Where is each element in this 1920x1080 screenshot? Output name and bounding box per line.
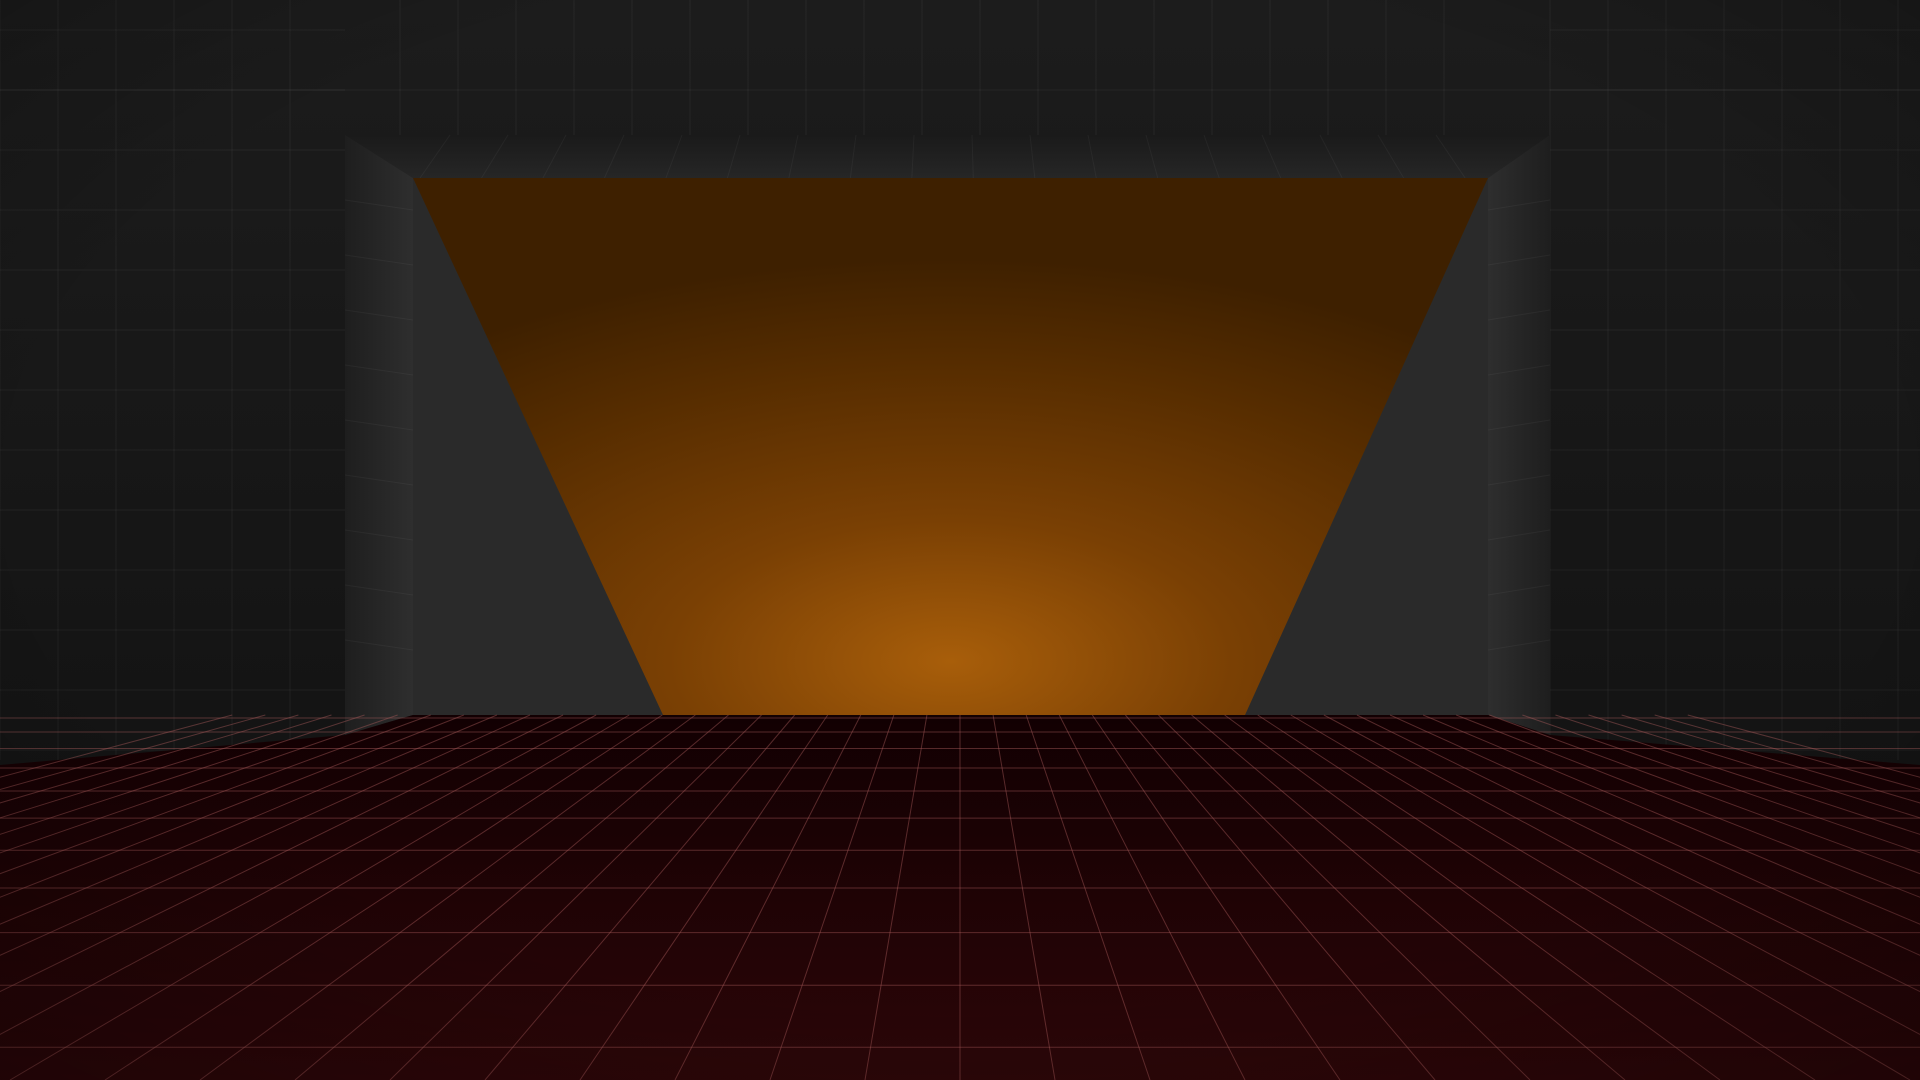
viewport-3d-room[interactable]	[0, 0, 1920, 1080]
vignette-overlay	[0, 0, 1920, 1080]
